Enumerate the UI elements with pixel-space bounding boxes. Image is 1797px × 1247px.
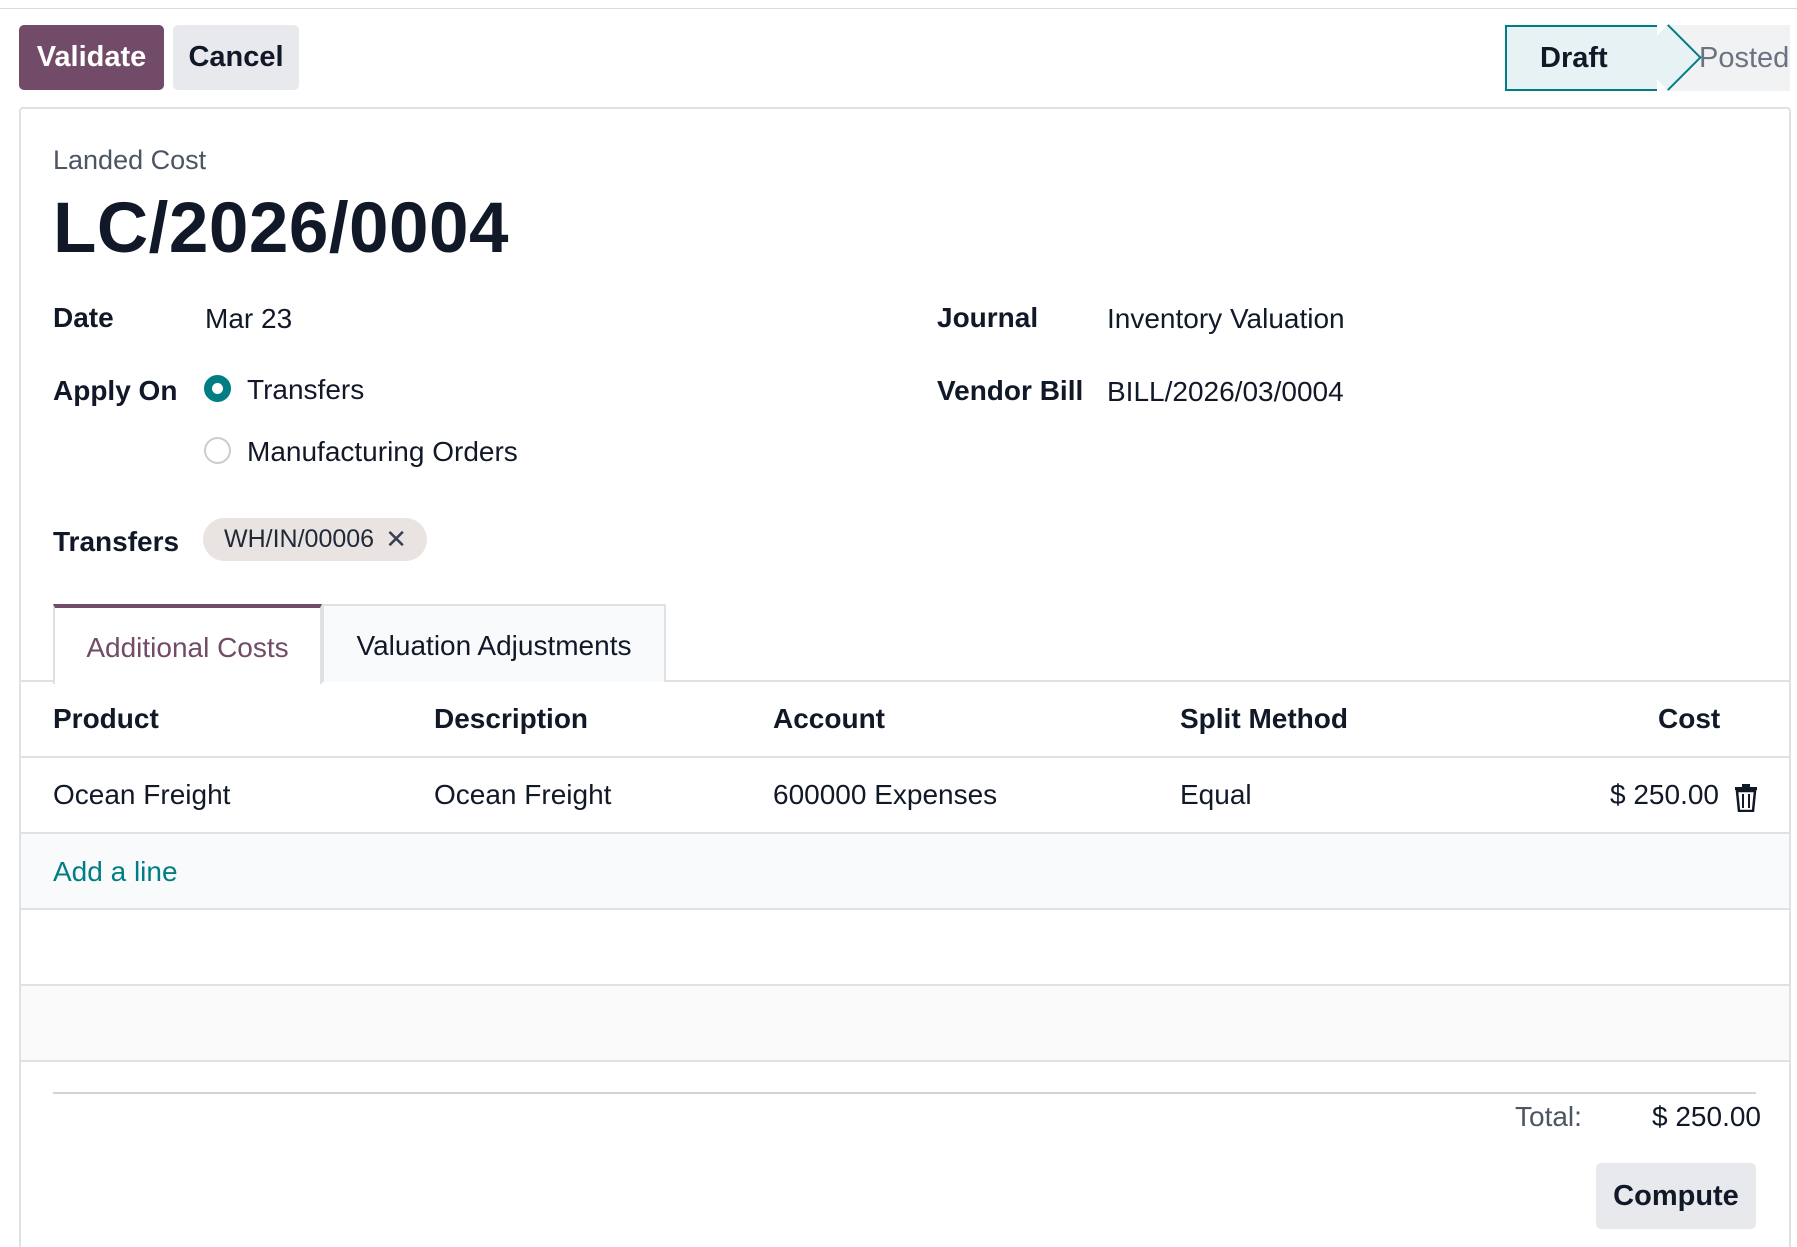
cell-split-method[interactable]: Equal — [1180, 779, 1252, 811]
column-header-product[interactable]: Product — [53, 703, 159, 735]
transfer-tag: WH/IN/00006 ✕ — [203, 518, 427, 561]
transfers-label: Transfers — [53, 526, 180, 557]
remove-tag-icon[interactable]: ✕ — [385, 518, 407, 561]
journal-field[interactable]: Inventory Valuation — [1107, 303, 1345, 335]
date-label: Date — [53, 302, 114, 333]
transfer-tag-label: WH/IN/00006 — [224, 525, 375, 553]
tab-additional-costs[interactable]: Additional Costs — [53, 604, 322, 684]
total-divider — [53, 1092, 1756, 1094]
add-line-row — [21, 834, 1789, 909]
date-field[interactable]: Mar 23 — [205, 303, 292, 335]
column-header-account[interactable]: Account — [773, 703, 885, 735]
vendor-bill-label: Vendor Bill — [937, 375, 1084, 406]
cell-product[interactable]: Ocean Freight — [53, 779, 230, 811]
trash-icon[interactable] — [1734, 784, 1758, 812]
vendor-bill-field[interactable]: BILL/2026/03/0004 — [1107, 376, 1344, 408]
radio-manufacturing-orders[interactable] — [204, 437, 231, 464]
cell-cost[interactable]: $ 250.00 — [1610, 779, 1719, 811]
cell-account[interactable]: 600000 Expenses — [773, 779, 997, 811]
record-name: LC/2026/0004 — [53, 189, 509, 268]
status-step-posted-label: Posted — [1699, 42, 1790, 74]
column-header-description[interactable]: Description — [434, 703, 588, 735]
record-type-label: Landed Cost — [53, 145, 207, 175]
radio-transfers-label[interactable]: Transfers — [247, 374, 364, 406]
table-header-divider — [21, 756, 1789, 758]
add-line-link[interactable]: Add a line — [53, 856, 178, 888]
tab-valuation-adjustments[interactable]: Valuation Adjustments — [322, 604, 666, 682]
total-label: Total: — [1515, 1101, 1582, 1132]
journal-label: Journal — [937, 302, 1039, 333]
status-step-draft[interactable]: Draft — [1505, 25, 1657, 91]
column-header-split-method[interactable]: Split Method — [1180, 703, 1348, 735]
total-value: $ 250.00 — [1652, 1101, 1761, 1132]
validate-button[interactable]: Validate — [19, 25, 164, 90]
empty-row — [21, 910, 1789, 985]
compute-button[interactable]: Compute — [1596, 1163, 1756, 1229]
cancel-button[interactable]: Cancel — [173, 25, 299, 90]
cell-description[interactable]: Ocean Freight — [434, 779, 611, 811]
radio-manufacturing-orders-label[interactable]: Manufacturing Orders — [247, 436, 518, 468]
apply-on-label: Apply On — [53, 375, 178, 406]
column-header-cost[interactable]: Cost — [1658, 703, 1720, 735]
empty-row — [21, 986, 1789, 1061]
row-divider — [21, 1060, 1789, 1062]
top-divider — [0, 8, 1797, 9]
status-step-draft-label: Draft — [1540, 42, 1608, 74]
status-bar: Posted Draft — [1505, 24, 1790, 91]
radio-transfers[interactable] — [204, 375, 231, 402]
